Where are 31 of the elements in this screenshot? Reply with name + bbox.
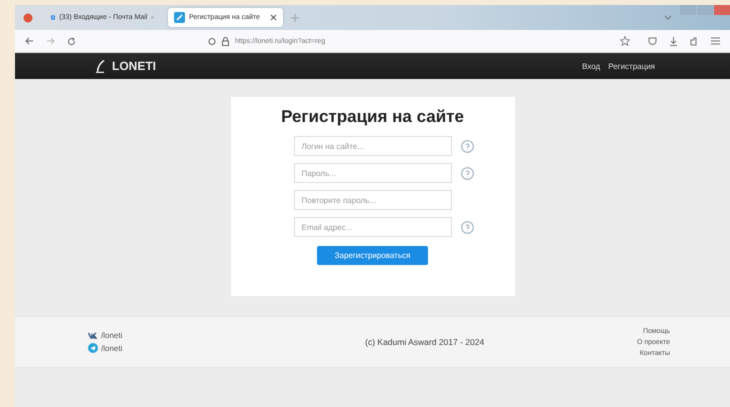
- browser-logo-icon[interactable]: [23, 12, 33, 22]
- close-icon[interactable]: [270, 14, 277, 21]
- lock-icon: [222, 36, 229, 46]
- input-field[interactable]: Email адрес...: [294, 217, 452, 237]
- site-logo[interactable]: LONETI: [112, 59, 156, 73]
- plus-icon[interactable]: [291, 14, 299, 22]
- nav-link[interactable]: Вход: [582, 62, 600, 70]
- reload-icon[interactable]: [67, 36, 76, 46]
- copyright-text: (c) Kadumi Asward 2017 - 2024: [365, 337, 484, 347]
- window-controls-icon[interactable]: [680, 5, 730, 15]
- help-icon[interactable]: [460, 220, 474, 234]
- register-button[interactable]: Зарегистрироваться: [317, 246, 428, 265]
- help-icon[interactable]: [460, 140, 474, 152]
- input-field[interactable]: Пароль...: [294, 163, 452, 183]
- chevron-icon[interactable]: [664, 14, 672, 20]
- form-title: Регистрация на сайте: [281, 107, 464, 127]
- vk-icon: [88, 332, 98, 339]
- help-icon[interactable]: [460, 166, 474, 180]
- telegram-icon: [88, 343, 98, 353]
- social-link[interactable]: /loneti: [101, 331, 122, 340]
- nav-link[interactable]: Регистрация: [608, 62, 655, 70]
- download-icon[interactable]: [669, 36, 678, 46]
- quill-icon: [95, 60, 107, 72]
- star-icon[interactable]: [620, 36, 630, 46]
- menu-icon[interactable]: [711, 36, 720, 44]
- social-link[interactable]: /loneti: [101, 344, 122, 352]
- pen-icon: [174, 12, 185, 23]
- input-field[interactable]: Логин на сайте...: [294, 136, 452, 156]
- input-field[interactable]: Повторите пароль...: [294, 190, 452, 210]
- forward-icon[interactable]: [46, 37, 55, 45]
- back-icon[interactable]: [25, 37, 34, 45]
